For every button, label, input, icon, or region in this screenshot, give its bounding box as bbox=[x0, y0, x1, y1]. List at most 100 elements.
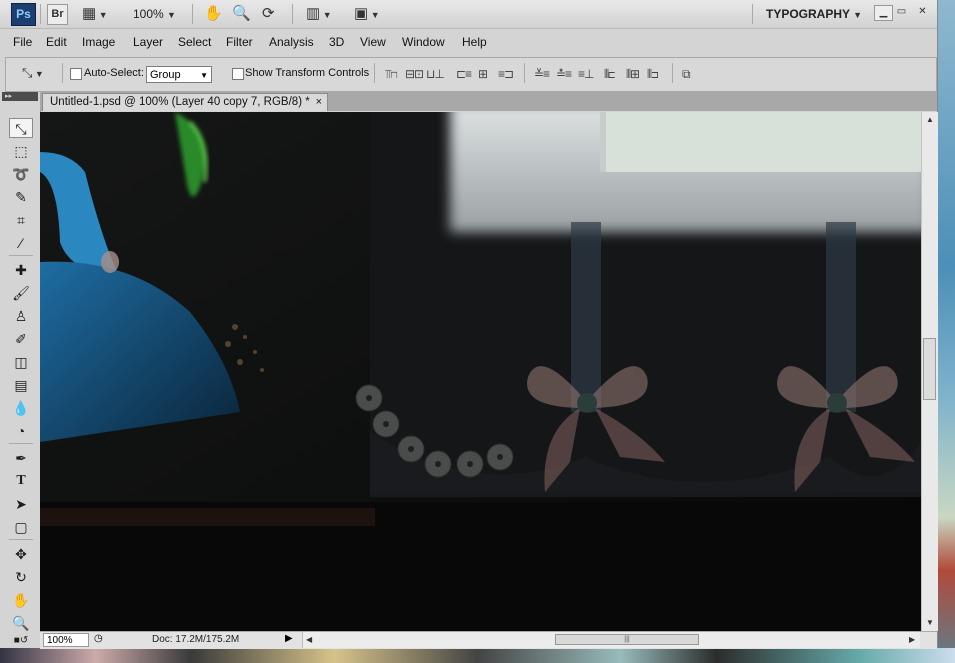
distribute-top-edges-icon[interactable]: ≚≡ bbox=[534, 67, 550, 81]
marquee-tool-icon[interactable]: ⬚ bbox=[9, 141, 33, 161]
auto-select-target-dropdown[interactable]: Group ▼ bbox=[146, 66, 212, 83]
tools-panel-grip[interactable]: ▸▸ bbox=[2, 92, 38, 101]
photoshop-window: Ps Br ▦ ▼ 100% ▼ ✋ 🔍 ⟳ ▥ ▼ ▣ ▼ TYPOGRAPH… bbox=[0, 0, 938, 649]
show-transform-checkbox[interactable] bbox=[232, 68, 244, 80]
eraser-tool-icon[interactable]: ◫ bbox=[9, 352, 33, 372]
bridge-button[interactable]: Br bbox=[47, 4, 68, 25]
menu-select[interactable]: Select bbox=[178, 35, 211, 49]
align-horizontal-centers-icon[interactable]: ⊞ bbox=[478, 67, 488, 81]
show-transform-label: Show Transform Controls bbox=[245, 67, 370, 79]
menu-help[interactable]: Help bbox=[462, 35, 487, 49]
screen-mode-icon[interactable]: ▣ ▼ bbox=[354, 4, 380, 25]
divider bbox=[374, 63, 375, 83]
rotate-view-icon[interactable]: ⟳ bbox=[262, 4, 275, 24]
distribute-left-edges-icon[interactable]: ⫴⊏ bbox=[604, 67, 616, 82]
move-tool-preset-icon[interactable]: ⤡ ▼ bbox=[22, 63, 44, 84]
horizontal-scrollbar[interactable]: ◀ ||| ▶ bbox=[302, 632, 920, 648]
window-glass bbox=[605, 112, 921, 172]
divider bbox=[524, 63, 525, 83]
gradient-tool-icon[interactable]: ▤ bbox=[9, 375, 33, 395]
menu-image[interactable]: Image bbox=[82, 35, 115, 49]
brush-tool-icon[interactable]: 🖌 bbox=[9, 283, 33, 303]
scroll-right-icon[interactable]: ▶ bbox=[909, 635, 915, 644]
vertical-scroll-thumb[interactable] bbox=[923, 338, 936, 400]
zoom-level-field[interactable]: 100% bbox=[43, 633, 89, 647]
lasso-tool-icon[interactable]: ➰ bbox=[9, 164, 33, 184]
ribbon-left bbox=[571, 222, 601, 412]
align-vertical-centers-icon[interactable]: ⊟⊡ bbox=[405, 67, 424, 81]
zoom-tool-icon[interactable]: 🔍 bbox=[232, 4, 251, 24]
menu-filter[interactable]: Filter bbox=[226, 35, 253, 49]
divider bbox=[9, 443, 33, 444]
path-selection-tool-icon[interactable]: ➤ bbox=[9, 494, 33, 514]
menu-edit[interactable]: Edit bbox=[46, 35, 67, 49]
zoom-level-dropdown[interactable]: 100% ▼ bbox=[133, 4, 176, 25]
menu-layer[interactable]: Layer bbox=[133, 35, 163, 49]
move-tool-icon[interactable]: ⤡ bbox=[9, 118, 33, 138]
align-left-edges-icon[interactable]: ⊏≡ bbox=[456, 67, 472, 81]
blur-tool-icon[interactable]: 💧 bbox=[9, 398, 33, 418]
vertical-scrollbar[interactable]: ▲ ▼ bbox=[921, 112, 938, 631]
scroll-down-icon[interactable]: ▼ bbox=[926, 618, 934, 627]
arrange-documents-icon[interactable]: ▥ ▼ bbox=[306, 4, 332, 25]
scroll-left-icon[interactable]: ◀ bbox=[306, 635, 312, 644]
pen-tool-icon[interactable]: ✒ bbox=[9, 448, 33, 468]
dodge-tool-icon[interactable]: ◔ bbox=[9, 421, 33, 441]
view-extras-icon[interactable]: ▦ ▼ bbox=[82, 4, 108, 25]
distribute-bottom-edges-icon[interactable]: ≡⊥ bbox=[578, 67, 595, 81]
application-bar: Ps Br ▦ ▼ 100% ▼ ✋ 🔍 ⟳ ▥ ▼ ▣ ▼ TYPOGRAPH… bbox=[0, 0, 937, 29]
shape-tool-icon[interactable]: ▢ bbox=[9, 517, 33, 537]
zoom-tool-icon[interactable]: 🔍 bbox=[9, 613, 33, 633]
crop-tool-icon[interactable]: ⌗ bbox=[9, 210, 33, 230]
divider bbox=[752, 4, 753, 24]
distribute-right-edges-icon[interactable]: ⫴⊐ bbox=[647, 67, 659, 82]
menu-file[interactable]: File bbox=[13, 35, 32, 49]
type-tool-icon[interactable]: T bbox=[9, 471, 33, 491]
restore-icon[interactable]: ▭ bbox=[893, 5, 910, 19]
quick-selection-tool-icon[interactable]: ✎ bbox=[9, 187, 33, 207]
distribute-vertical-centers-icon[interactable]: ≛≡ bbox=[556, 67, 572, 81]
align-right-edges-icon[interactable]: ≡⊐ bbox=[498, 67, 514, 81]
auto-select-checkbox[interactable] bbox=[70, 68, 82, 80]
divider bbox=[9, 255, 33, 256]
hand-tool-icon[interactable]: ✋ bbox=[204, 4, 223, 24]
align-bottom-edges-icon[interactable]: ⊔⊥ bbox=[426, 67, 445, 81]
menu-analysis[interactable]: Analysis bbox=[269, 35, 314, 49]
divider bbox=[192, 4, 193, 24]
workspace-name: TYPOGRAPHY bbox=[766, 7, 850, 21]
zoom-level-value: 100% bbox=[133, 7, 164, 21]
document-size: Doc: 17.2M/175.2M bbox=[152, 634, 240, 645]
status-menu-arrow-icon[interactable]: ▶ bbox=[285, 633, 293, 644]
scroll-up-icon[interactable]: ▲ bbox=[926, 115, 934, 124]
close-document-icon[interactable]: × bbox=[316, 94, 322, 111]
history-brush-tool-icon[interactable]: ✐ bbox=[9, 329, 33, 349]
document-tab-bar: Untitled-1.psd @ 100% (Layer 40 copy 7, … bbox=[40, 92, 937, 111]
hand-tool-icon[interactable]: ✋ bbox=[9, 590, 33, 610]
minimize-icon[interactable]: ▁ bbox=[874, 5, 893, 21]
ribbon-right bbox=[826, 222, 856, 412]
chevron-down-icon: ▼ bbox=[200, 71, 208, 80]
menu-view[interactable]: View bbox=[360, 35, 386, 49]
3d-orbit-tool-icon[interactable]: ↻ bbox=[9, 567, 33, 587]
desktop-taskbar-strip bbox=[0, 648, 955, 663]
document-tab-title: Untitled-1.psd @ 100% (Layer 40 copy 7, … bbox=[50, 96, 310, 108]
healing-brush-tool-icon[interactable]: ✚ bbox=[9, 260, 33, 280]
align-top-edges-icon[interactable]: ⫪⊓ bbox=[385, 67, 398, 82]
close-icon[interactable]: ✕ bbox=[914, 5, 931, 19]
divider bbox=[672, 63, 673, 83]
clone-stamp-tool-icon[interactable]: ♙ bbox=[9, 306, 33, 326]
color-swatches-icon[interactable]: ■↺ bbox=[9, 634, 33, 648]
3d-rotate-tool-icon[interactable]: ✥ bbox=[9, 544, 33, 564]
status-options-icon[interactable]: ◷ bbox=[94, 633, 103, 644]
menu-3d[interactable]: 3D bbox=[329, 35, 344, 49]
horizontal-scroll-thumb[interactable]: ||| bbox=[555, 634, 699, 645]
distribute-horizontal-centers-icon[interactable]: ⫴⊞ bbox=[626, 67, 640, 82]
eyedropper-tool-icon[interactable]: ⁄ bbox=[9, 233, 33, 253]
auto-align-layers-icon[interactable]: ⧉ bbox=[682, 67, 691, 82]
document-canvas[interactable] bbox=[40, 112, 921, 631]
workspace-switcher[interactable]: TYPOGRAPHY ▼ bbox=[766, 5, 862, 24]
hand bbox=[101, 251, 119, 273]
document-tab[interactable]: Untitled-1.psd @ 100% (Layer 40 copy 7, … bbox=[42, 93, 328, 111]
menu-window[interactable]: Window bbox=[402, 35, 445, 49]
divider bbox=[62, 63, 63, 83]
